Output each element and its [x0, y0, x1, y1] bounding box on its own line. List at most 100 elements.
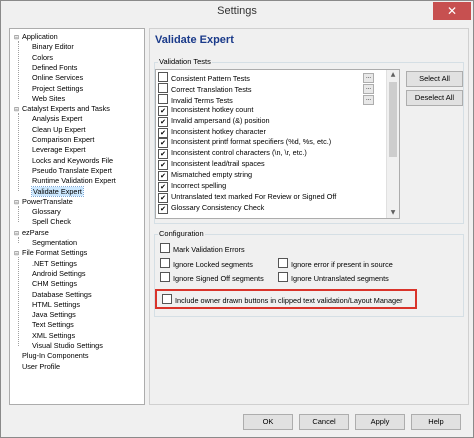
list-item[interactable]: Consistent Pattern Tests	[158, 72, 250, 83]
tree-node[interactable]: Project Settings	[32, 84, 83, 94]
checkbox-box[interactable]	[158, 72, 168, 82]
tree-node[interactable]: ⊟ ezParse	[14, 228, 49, 238]
checkbox-box[interactable]: ✔	[158, 105, 168, 116]
tree-node[interactable]: Validate Expert	[31, 185, 84, 197]
tree-node[interactable]: .NET Settings	[32, 259, 77, 269]
checkbox-box[interactable]: ✔	[158, 138, 168, 149]
tree-node[interactable]: Binary Editor	[32, 42, 74, 52]
test-options-button[interactable]: ...	[363, 94, 374, 105]
tree-node[interactable]: Comparison Expert	[32, 135, 94, 145]
configuration-group-title: Configuration	[158, 229, 205, 238]
scroll-down-icon[interactable]: ▼	[387, 208, 399, 218]
test-label: Correct Translation Tests	[171, 84, 252, 94]
checkbox-box[interactable]	[160, 243, 170, 253]
tree-node[interactable]: Web Sites	[32, 94, 65, 104]
tree-node[interactable]: Leverage Expert	[32, 145, 86, 155]
tree-node[interactable]: Visual Studio Settings	[32, 341, 103, 351]
tree-node[interactable]: Plug-In Components	[14, 351, 89, 361]
list-item[interactable]: Correct Translation Tests	[158, 82, 252, 94]
tree-node[interactable]: ⊟ PowerTranslate	[14, 197, 73, 207]
deselect-all-button[interactable]: Deselect All	[406, 90, 463, 106]
list-item[interactable]: ✔ Inconsistent hotkey character	[158, 127, 266, 138]
tree-node-label: Spell Check	[32, 217, 71, 227]
apply-button[interactable]: Apply	[355, 414, 405, 430]
tree-node-label: Application	[22, 32, 58, 41]
tree-node[interactable]: ⊟ File Format Settings	[14, 248, 87, 258]
checkbox-box[interactable]	[158, 82, 168, 93]
list-item[interactable]: ✔ Untranslated text marked For Review or …	[158, 192, 336, 203]
close-icon[interactable]: ✕	[433, 2, 471, 20]
list-item[interactable]: ✔ Mismatched empty string	[158, 170, 253, 182]
list-item[interactable]: ✔ Inconsistent printf format specifiers (…	[158, 137, 331, 149]
list-item[interactable]: ✔ Invalid ampersand (&) position	[158, 116, 270, 127]
test-label: Mismatched empty string	[171, 170, 253, 180]
tree-node[interactable]: Glossary	[32, 207, 61, 217]
ignore-locked-checkbox[interactable]: Ignore Locked segments	[160, 258, 253, 269]
tree-node-label: Glossary	[32, 207, 61, 217]
checkbox-box[interactable]	[278, 272, 288, 282]
tree-node-label: Android Settings	[32, 268, 86, 278]
tree-node[interactable]: Spell Check	[32, 217, 71, 227]
checkbox-box[interactable]	[160, 272, 170, 282]
ignore-error-source-checkbox[interactable]: Ignore error if present in source	[278, 258, 393, 269]
tree-node[interactable]: Colors	[32, 53, 53, 63]
scroll-up-icon[interactable]: ▲	[387, 70, 399, 80]
tree-node-label: Plug-In Components	[22, 351, 89, 361]
list-item[interactable]: ✔ Inconsistent hotkey count	[158, 105, 253, 116]
cancel-button[interactable]: Cancel	[299, 414, 349, 430]
list-item[interactable]: Invalid Terms Tests	[158, 93, 233, 105]
ignore-signed-off-checkbox[interactable]: Ignore Signed Off segments	[160, 272, 264, 283]
tree-node[interactable]: Segmentation	[32, 238, 77, 248]
tree-node[interactable]: Analysis Expert	[32, 114, 82, 124]
tree-node[interactable]: Locks and Keywords File	[32, 156, 113, 166]
tree-node-label: HTML Settings	[32, 299, 80, 309]
checkbox-box[interactable]: ✔	[158, 116, 168, 127]
ignore-untranslated-checkbox[interactable]: Ignore Untranslated segments	[278, 272, 389, 283]
list-item[interactable]: ✔ Incorrect spelling	[158, 181, 226, 192]
tree-node[interactable]: Database Settings	[32, 290, 92, 300]
checkbox-box[interactable]: ✔	[158, 192, 168, 203]
tree-node[interactable]: Text Settings	[32, 320, 74, 330]
checkbox-box[interactable]	[278, 258, 288, 268]
checkbox-box[interactable]: ✔	[158, 127, 168, 138]
list-item[interactable]: ✔ Inconsistent lead/trail spaces	[158, 159, 265, 171]
scroll-thumb[interactable]	[389, 82, 397, 157]
help-button[interactable]: Help	[411, 414, 461, 430]
list-scrollbar[interactable]: ▲ ▼	[386, 70, 399, 218]
tree-node[interactable]: User Profile	[14, 362, 60, 372]
checkbox-box[interactable]	[162, 294, 172, 304]
tree-node[interactable]: Online Services	[32, 73, 83, 83]
tree-node[interactable]: Runtime Validation Expert	[32, 176, 116, 186]
checkbox-box[interactable]: ✔	[158, 203, 168, 214]
tree-node[interactable]: Java Settings	[32, 310, 76, 320]
test-options-button[interactable]: ...	[363, 83, 374, 94]
select-all-button[interactable]: Select All	[406, 71, 463, 87]
tree-connector	[18, 113, 19, 192]
test-options-button[interactable]: ...	[363, 73, 374, 83]
tree-node[interactable]: Clean Up Expert	[32, 125, 86, 135]
tree-node[interactable]: CHM Settings	[32, 279, 77, 289]
tree-node[interactable]: HTML Settings	[32, 300, 80, 310]
tree-node[interactable]: ⊟ Application	[14, 32, 58, 42]
tree-node[interactable]: XML Settings	[32, 331, 75, 341]
checkbox-box[interactable]	[160, 258, 170, 268]
tree-node[interactable]: Android Settings	[32, 269, 86, 279]
mark-validation-errors-checkbox[interactable]: Mark Validation Errors	[160, 243, 245, 254]
checkbox-box[interactable]: ✔	[158, 149, 168, 160]
checkbox-box[interactable]: ✔	[158, 182, 168, 192]
checkbox-box[interactable]: ✔	[158, 160, 168, 171]
tree-node[interactable]: Defined Fonts	[32, 63, 77, 73]
settings-tree: ⊟ Application Binary Editor Colors Defined F…	[9, 28, 145, 405]
list-item[interactable]: ✔ Inconsistent control characters (\n, \r…	[158, 148, 307, 160]
list-item[interactable]: ✔ Glossary Consistency Check	[158, 203, 264, 214]
checkbox-label: Mark Validation Errors	[173, 245, 245, 254]
tree-node-label: Catalyst Experts and Tasks	[22, 104, 110, 114]
owner-drawn-checkbox[interactable]: Include owner drawn buttons in clipped t…	[162, 294, 403, 305]
validation-tests-list: ▲ ▼ Consistent Pattern Tests... Correct T…	[155, 69, 400, 219]
ok-button[interactable]: OK	[243, 414, 293, 430]
checkbox-box[interactable]	[158, 93, 168, 104]
checkbox-box[interactable]: ✔	[158, 171, 168, 182]
test-label: Inconsistent control characters (\n, \r,…	[171, 148, 307, 158]
tree-node[interactable]: Pseudo Translate Expert	[32, 166, 112, 176]
tree-node[interactable]: ⊟ Catalyst Experts and Tasks	[14, 104, 110, 114]
